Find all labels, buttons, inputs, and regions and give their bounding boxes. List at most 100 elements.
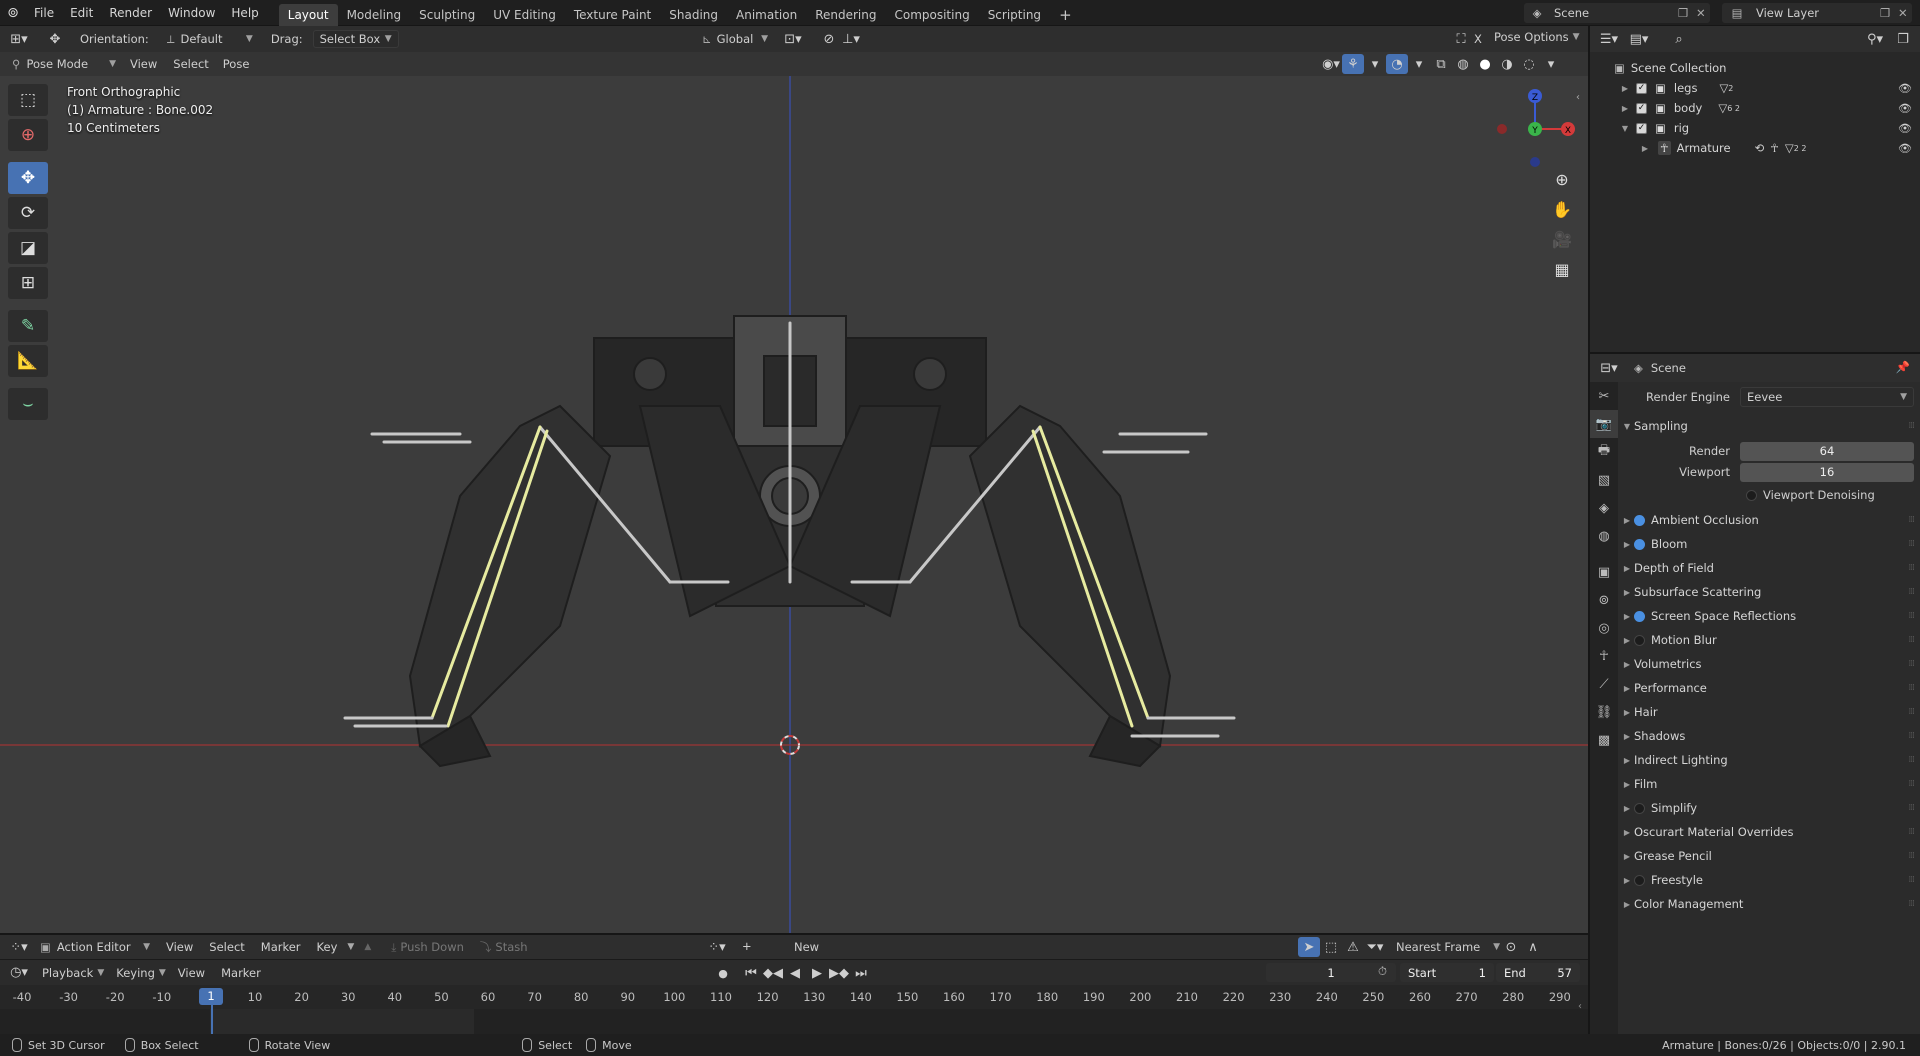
sampling-viewport-field[interactable]: 16 [1740,462,1914,482]
timeline[interactable]: -40-30-20-101102030405060708090100110120… [0,985,1588,1034]
physics-tab-icon[interactable]: ◎ [1590,614,1618,642]
playback-menu[interactable]: Playback ▼ [42,966,104,980]
property-panel[interactable]: ▶ Film ⁞⁞⁞ [1620,772,1920,796]
collapse-arrow-icon[interactable]: ‹ [1576,92,1580,103]
options-close-icon[interactable]: X [1474,32,1482,46]
search-icon[interactable]: ⌕ [1668,29,1690,49]
editor-type-icon[interactable]: ⊞▾ [8,29,30,49]
gizmo-menu-icon[interactable]: ▾ [1364,54,1386,74]
rendered-shading-icon[interactable]: ◌ [1518,54,1540,74]
tab-modeling[interactable]: Modeling [338,4,411,26]
texture-tab-icon[interactable]: ▩ [1590,726,1618,754]
camera-view-icon[interactable]: 🎥 [1549,226,1575,252]
drag-grip-icon[interactable]: ⁞⁞⁞ [1908,731,1915,741]
bone-tab-icon[interactable]: ⟋ [1590,670,1618,698]
material-shading-icon[interactable]: ◑ [1496,54,1518,74]
playhead-line[interactable] [211,1001,213,1034]
relax-pose-tool-icon[interactable]: ⌣ [8,388,48,420]
menu-edit[interactable]: Edit [62,0,101,26]
expand-arrow-icon[interactable]: ▶ [1638,144,1652,153]
move-tool-icon[interactable]: ✥ [8,162,48,194]
drag-dropdown[interactable]: Select Box ▼ [312,30,399,48]
menu-key[interactable]: Key [317,940,338,954]
tab-layout[interactable]: Layout [278,3,338,26]
bone-constraint-tab-icon[interactable]: ⛓ [1590,698,1618,726]
annotate-tool-icon[interactable]: ✎ [8,310,48,342]
property-panel[interactable]: ▶ Screen Space Reflections ⁞⁞⁞ [1620,604,1920,628]
panel-enable-checkbox[interactable] [1634,874,1645,886]
transform-orientation-dropdown[interactable]: ⊾ Global ▼ [696,30,774,48]
exclude-checkbox[interactable]: ✓ [1636,122,1647,134]
editor-mode-dropdown[interactable]: ▣ Action Editor ▼ [40,940,150,954]
drag-grip-icon[interactable]: ⁞⁞⁞ [1908,587,1915,597]
menu-window[interactable]: Window [160,0,223,26]
menu-select[interactable]: Select [173,57,208,71]
snap-icon[interactable]: ⊘ [818,29,840,49]
transform-affect-icon[interactable]: ⛶ [1450,29,1472,49]
add-workspace-button[interactable]: + [1050,4,1081,26]
pivot-point-icon[interactable]: ⊡▾ [782,29,804,49]
drag-grip-icon[interactable]: ⁞⁞⁞ [1908,827,1915,837]
outliner-row-body[interactable]: ▶ ✓ ▣ body ▽ 6 2 👁 [1590,98,1920,118]
timeline-editor-type-icon[interactable]: ◷▾ [8,963,30,983]
start-frame-field[interactable]: Start 1 [1400,963,1494,982]
play-icon[interactable]: ▶ [806,963,828,983]
overlays-menu-icon[interactable]: ▾ [1408,54,1430,74]
overlays-toggle-icon[interactable]: ◔ [1386,54,1408,74]
outliner-row-armature[interactable]: ▶ ☥ Armature ⟲ ☥ ▽ 2 2 👁 [1590,138,1920,158]
stash-button[interactable]: Stash [495,940,527,954]
close-view-layer-icon[interactable]: ✕ [1898,6,1912,20]
outliner-row-legs[interactable]: ▶ ✓ ▣ legs ▽ 2 👁 [1590,78,1920,98]
property-panel[interactable]: ▶ Color Management ⁞⁞⁞ [1620,892,1920,916]
copy-view-layer-icon[interactable]: ❐ [1880,6,1898,20]
stopwatch-icon[interactable]: ⏱ [1378,964,1387,979]
tab-sculpting[interactable]: Sculpting [410,4,484,26]
object-data-tab-icon[interactable]: ☥ [1590,642,1618,670]
render-engine-dropdown[interactable]: Eevee ▼ [1740,387,1914,407]
properties-editor-type-icon[interactable]: ⊟▾ [1598,358,1620,378]
tab-uv-editing[interactable]: UV Editing [484,4,565,26]
viewport-denoising-row[interactable]: Viewport Denoising [1620,482,1920,508]
render-tab-icon[interactable]: 📷 [1590,410,1618,438]
scene-selector[interactable]: ◈ Scene ❐ ✕ [1524,3,1710,23]
drag-grip-icon[interactable]: ⁞⁞⁞ [1908,851,1915,861]
property-panel[interactable]: ▶ Performance ⁞⁞⁞ [1620,676,1920,700]
property-panel[interactable]: ▶ Oscurart Material Overrides ⁞⁞⁞ [1620,820,1920,844]
copy-scene-icon[interactable]: ❐ [1678,6,1696,20]
exclude-checkbox[interactable]: ✓ [1636,102,1647,114]
filter-icon[interactable]: ⚲▾ [1864,29,1886,49]
menu-view[interactable]: View [130,57,157,71]
orientation-dropdown[interactable]: ⟂ Default ▼ [161,30,259,48]
panel-sampling[interactable]: ▼ Sampling ⁞⁞⁞ [1620,414,1920,438]
gizmo-toggle-icon[interactable]: ⚘ [1342,54,1364,74]
visibility-eye-icon[interactable]: 👁 [1898,102,1912,115]
property-panel[interactable]: ▶ Shadows ⁞⁞⁞ [1620,724,1920,748]
push-down-button[interactable]: Push Down [400,940,464,954]
falloff-icon[interactable]: ∧ [1522,937,1544,957]
play-reverse-icon[interactable]: ◀ [784,963,806,983]
view-layer-selector[interactable]: ▤ View Layer ❐ ✕ [1722,3,1912,23]
drag-grip-icon[interactable]: ⁞⁞⁞ [1908,707,1915,717]
expand-arrow-icon[interactable]: ▶ [1618,104,1632,113]
new-action-button[interactable]: New [794,940,819,954]
panel-enable-checkbox[interactable] [1634,514,1645,526]
proportional-edit-icon[interactable]: ⊙ [1500,937,1522,957]
property-panel[interactable]: ▶ Ambient Occlusion ⁞⁞⁞ [1620,508,1920,532]
menu-marker[interactable]: Marker [261,940,301,954]
property-panel[interactable]: ▶ Motion Blur ⁞⁞⁞ [1620,628,1920,652]
tab-scripting[interactable]: Scripting [979,4,1050,26]
mode-dropdown[interactable]: ⚲ Pose Mode ▼ [12,57,116,71]
panel-enable-checkbox[interactable] [1634,538,1645,550]
filter-icon[interactable]: ⏷▾ [1364,937,1386,957]
property-panel[interactable]: ▶ Grease Pencil ⁞⁞⁞ [1620,844,1920,868]
drag-grip-icon[interactable]: ⁞⁞⁞ [1908,899,1915,909]
drag-grip-icon[interactable]: ⁞⁞⁞ [1908,539,1915,549]
tab-animation[interactable]: Animation [727,4,806,26]
current-frame-field[interactable]: 1 [1266,963,1396,982]
ortho-grid-icon[interactable]: ▦ [1549,256,1575,282]
pose-options-button[interactable]: Pose Options ▼ [1494,30,1580,44]
jump-end-icon[interactable]: ⏭ [850,963,872,983]
visibility-eye-icon[interactable]: 👁 [1898,142,1912,155]
action-browse-icon[interactable]: ⁘▾ [706,937,728,957]
new-action-plus-icon[interactable]: + [742,939,752,953]
